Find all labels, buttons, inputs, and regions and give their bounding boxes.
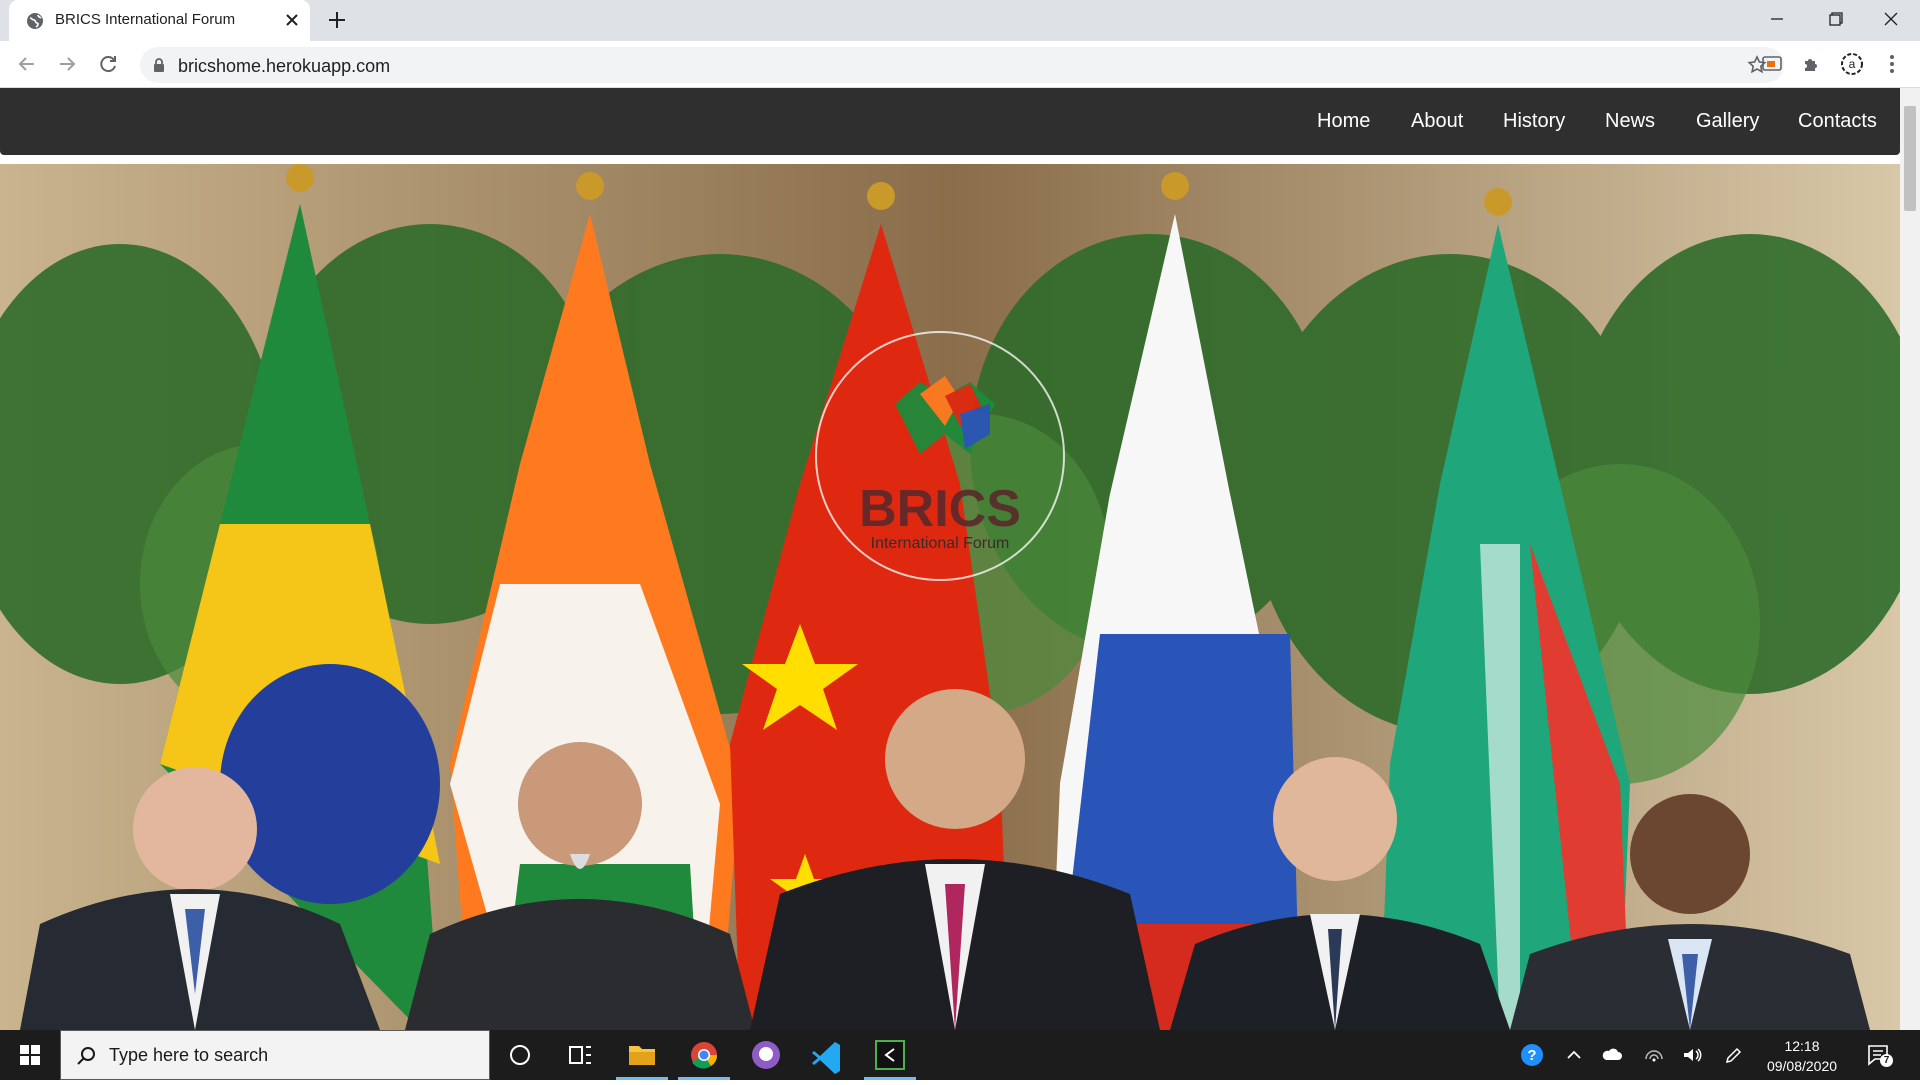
profile-extension-icon[interactable]: a — [1840, 52, 1864, 76]
chevron-up-icon[interactable] — [1562, 1043, 1586, 1067]
taskbar-search[interactable]: Type here to search — [60, 1030, 490, 1080]
chrome-button[interactable] — [674, 1030, 734, 1080]
nav-contacts[interactable]: Contacts — [1798, 110, 1877, 133]
nav-about[interactable]: About — [1411, 110, 1463, 133]
help-icon[interactable]: ? — [1520, 1043, 1544, 1067]
page-scrollbar[interactable] — [1900, 88, 1920, 1030]
logo-subtext: International Forum — [871, 535, 1010, 552]
url-text: bricshome.herokuapp.com — [178, 56, 391, 76]
onedrive-cloud-icon[interactable] — [1600, 1043, 1624, 1067]
new-tab-icon[interactable] — [326, 9, 348, 31]
minimize-icon[interactable] — [1748, 0, 1806, 38]
close-window-icon[interactable] — [1862, 0, 1920, 38]
windows-start-icon[interactable] — [0, 1030, 60, 1080]
back-arrow-icon[interactable] — [14, 51, 40, 77]
terminal-app-button[interactable] — [860, 1030, 920, 1080]
address-bar[interactable]: bricshome.herokuapp.com — [140, 47, 1784, 83]
logo-text: BRICS — [859, 480, 1021, 538]
windows-taskbar: Type here to search ? 12:18 09/08/2020 7 — [0, 1030, 1920, 1080]
pen-workspace-icon[interactable] — [1722, 1043, 1746, 1067]
svg-text:a: a — [1849, 57, 1856, 71]
browser-tab[interactable]: BRICS International Forum — [9, 0, 310, 41]
notification-count: 7 — [1880, 1054, 1893, 1067]
nav-gallery[interactable]: Gallery — [1696, 110, 1759, 133]
extensions-puzzle-icon[interactable] — [1800, 52, 1824, 76]
browser-tabstrip: BRICS International Forum — [0, 0, 1920, 41]
hero-image: BRICS International Forum — [0, 164, 1900, 1030]
cortana-icon[interactable] — [490, 1030, 550, 1080]
nav-home[interactable]: Home — [1317, 110, 1370, 133]
svg-text:?: ? — [1527, 1047, 1536, 1064]
clock-date: 09/08/2020 — [1766, 1058, 1838, 1074]
vscode-button[interactable] — [798, 1030, 858, 1080]
wifi-icon[interactable] — [1642, 1043, 1666, 1067]
vscode-icon — [812, 1042, 840, 1074]
reload-icon[interactable] — [95, 51, 121, 77]
task-view-icon[interactable] — [550, 1030, 610, 1080]
volume-icon[interactable] — [1680, 1043, 1704, 1067]
clock-time: 12:18 — [1784, 1038, 1820, 1054]
folder-icon — [629, 1046, 655, 1065]
lock-icon[interactable] — [151, 57, 167, 73]
site-navbar: Home About History News Gallery Contacts — [0, 88, 1900, 155]
close-tab-icon[interactable] — [281, 9, 303, 31]
scrollbar-thumb[interactable] — [1904, 106, 1916, 211]
restore-icon[interactable] — [1806, 0, 1864, 38]
cast-icon[interactable] — [1760, 52, 1784, 76]
nav-history[interactable]: History — [1503, 110, 1565, 133]
github-icon — [752, 1041, 780, 1069]
menu-kebab-icon[interactable] — [1880, 52, 1904, 76]
taskbar-clock[interactable]: 12:18 09/08/2020 — [1752, 1036, 1852, 1076]
nav-news[interactable]: News — [1605, 110, 1655, 133]
forward-arrow-icon[interactable] — [54, 51, 80, 77]
file-explorer-button[interactable] — [612, 1030, 672, 1080]
search-placeholder: Type here to search — [109, 1045, 269, 1065]
search-icon — [77, 1047, 95, 1065]
globe-icon — [27, 13, 43, 29]
browser-toolbar: bricshome.herokuapp.com a — [0, 41, 1920, 88]
chrome-icon — [691, 1042, 718, 1069]
tab-title: BRICS International Forum — [55, 11, 236, 28]
web-page: Home About History News Gallery Contacts — [0, 88, 1900, 1030]
brics-leaders-photo: BRICS International Forum — [0, 164, 1900, 1030]
action-center-button[interactable]: 7 — [1866, 1043, 1893, 1067]
terminal-icon — [875, 1040, 905, 1070]
github-desktop-button[interactable] — [736, 1030, 796, 1080]
